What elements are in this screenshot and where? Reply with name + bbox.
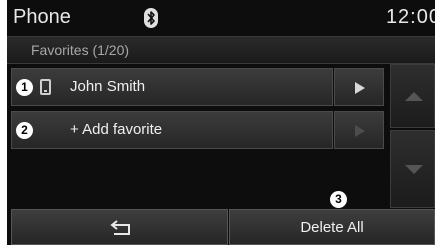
scroll-up-button[interactable]	[390, 64, 435, 128]
delete-all-button[interactable]: Delete All	[229, 209, 435, 245]
favorite-details-button-john-smith[interactable]	[334, 68, 384, 106]
status-bar: Phone 12:00	[7, 0, 435, 36]
add-favorite-arrow-button	[334, 111, 384, 149]
clock: 12:00	[385, 6, 435, 28]
mobile-phone-icon	[40, 79, 51, 95]
play-arrow-icon	[355, 125, 365, 137]
delete-all-label: Delete All	[300, 219, 364, 236]
back-button[interactable]	[11, 209, 228, 245]
favorites-header: Favorites (1/20)	[7, 36, 435, 64]
back-return-icon	[109, 220, 133, 241]
add-favorite-label: + Add favorite	[70, 121, 163, 138]
scroll-down-icon	[405, 165, 423, 174]
favorites-count-title: Favorites (1/20)	[31, 42, 130, 58]
favorite-item-john-smith[interactable]: 1 John Smith	[11, 68, 333, 106]
callout-badge-1: 1	[16, 79, 33, 96]
callout-badge-3: 3	[330, 191, 347, 208]
callout-badge-2: 2	[16, 122, 33, 139]
scroll-up-icon	[405, 92, 423, 101]
app-title: Phone	[13, 6, 71, 28]
play-arrow-icon	[355, 82, 365, 94]
favorite-name: John Smith	[70, 78, 146, 95]
add-favorite-item[interactable]: 2 + Add favorite	[11, 111, 333, 149]
phone-favorites-screen: Phone 12:00 Favorites (1/20) 1 John Smit…	[7, 0, 435, 245]
scroll-down-button[interactable]	[390, 130, 435, 208]
bluetooth-icon	[143, 8, 159, 28]
